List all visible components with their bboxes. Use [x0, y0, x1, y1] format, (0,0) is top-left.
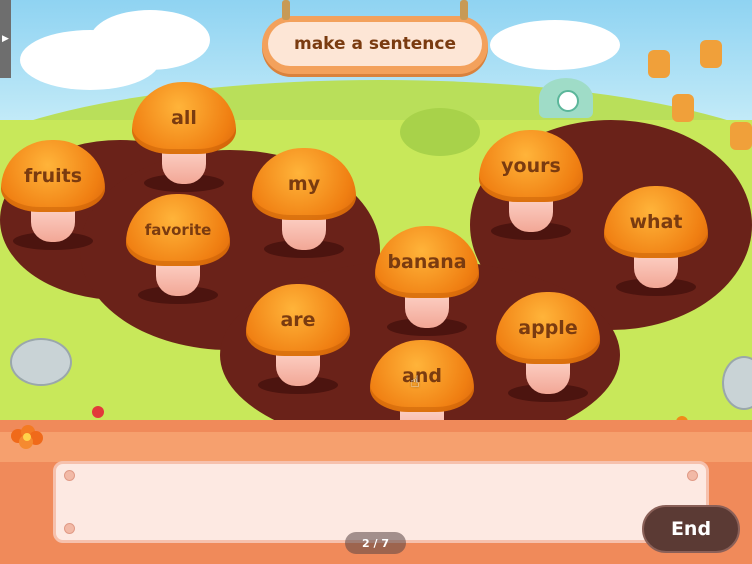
mushroom-word[interactable]: my — [252, 148, 356, 258]
mushroom-cap: banana — [375, 226, 479, 298]
word-label: fruits — [23, 165, 83, 187]
word-label: banana — [387, 251, 467, 273]
bush — [400, 108, 480, 156]
flower-icon — [11, 425, 43, 449]
mushroom-cap: favorite — [126, 194, 230, 266]
mushroom-cap: fruits — [1, 140, 105, 212]
wooden-frame-top — [0, 432, 752, 462]
mushroom-word[interactable]: favorite — [126, 194, 230, 304]
sentence-answer-box[interactable] — [53, 461, 709, 543]
cloud — [490, 20, 620, 70]
rivet — [687, 470, 698, 481]
word-label: apple — [518, 317, 578, 339]
mushroom-word[interactable]: fruits — [1, 140, 105, 250]
play-arrow-icon: ▶ — [2, 34, 9, 44]
cloud — [90, 10, 210, 70]
mushroom-word[interactable]: banana — [375, 226, 479, 336]
word-label: and — [402, 365, 442, 387]
title-board: make a sentence — [262, 0, 488, 74]
mushroom-word[interactable]: yours — [479, 130, 583, 240]
rope — [460, 0, 468, 20]
rock — [10, 338, 72, 386]
mushroom-cap: yours — [479, 130, 583, 202]
mushroom-word[interactable]: all — [132, 82, 236, 192]
mushroom-cap: apple — [496, 292, 600, 364]
end-button[interactable]: End — [642, 505, 740, 553]
mushroom-cap: and — [370, 340, 474, 412]
mushroom-word[interactable]: what — [604, 186, 708, 296]
word-label: what — [629, 211, 683, 233]
fence-post — [700, 40, 722, 68]
fence-post — [648, 50, 670, 78]
mushroom-cap: my — [252, 148, 356, 220]
house-icon — [535, 68, 597, 118]
mushroom-cap: what — [604, 186, 708, 258]
word-label: are — [280, 309, 316, 331]
rivet — [64, 523, 75, 534]
mushroom-word[interactable]: apple — [496, 292, 600, 402]
apple-fruit — [92, 406, 104, 418]
game-scene: make a sentence all fruits my favorite y… — [0, 0, 752, 564]
hand-pointer-icon: ☝ — [410, 372, 420, 391]
page-indicator: 2 / 7 — [345, 532, 406, 554]
mushroom-cap: all — [132, 82, 236, 154]
rivet — [64, 470, 75, 481]
fence-post — [672, 94, 694, 122]
mushroom-cap: are — [246, 284, 350, 356]
mushroom-word[interactable]: are — [246, 284, 350, 394]
word-label: all — [171, 107, 197, 129]
rope — [282, 0, 290, 20]
page-title: make a sentence — [268, 22, 482, 66]
word-label: favorite — [144, 221, 212, 239]
word-label: my — [287, 173, 321, 195]
side-panel-toggle[interactable]: ▶ — [0, 0, 11, 78]
fence-post — [730, 122, 752, 150]
word-label: yours — [501, 155, 561, 177]
